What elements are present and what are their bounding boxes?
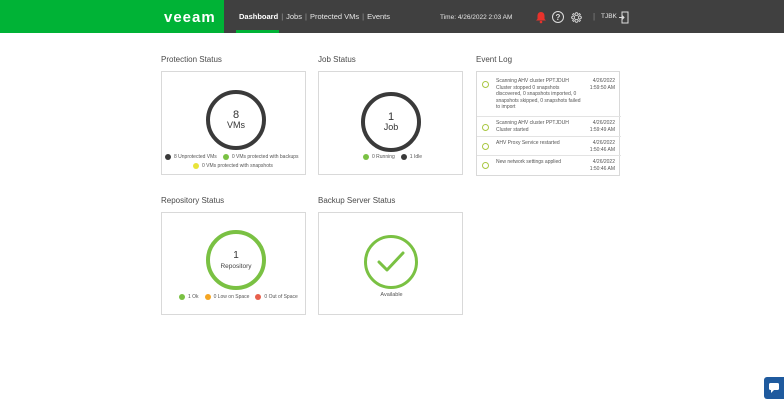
- backup-server-status-card[interactable]: Available: [318, 212, 463, 315]
- legend-snapshots: 0 VMs protected with snapshots: [193, 163, 273, 169]
- event-log-item[interactable]: Scanning AHV cluster PPTJDUH Cluster sto…: [477, 72, 621, 117]
- header-separator: |: [593, 12, 596, 21]
- legend-ok: 1 Ok: [179, 294, 199, 300]
- legend-dot: [204, 294, 211, 300]
- user-name[interactable]: TJBK: [601, 13, 617, 20]
- gear-icon[interactable]: [569, 10, 583, 24]
- legend-dot: [363, 154, 369, 160]
- event-time: 1:59:50 AM: [589, 85, 615, 91]
- protection-status-legend-row2: 0 VMs protected with snapshots: [193, 163, 279, 169]
- bell-icon[interactable]: [534, 10, 548, 24]
- event-date: 4/26/2022: [592, 159, 615, 165]
- checkmark-icon: [377, 251, 405, 272]
- repository-status-legend: 1 Ok 0 Low on Space 0 Out of Space: [179, 294, 304, 300]
- job-status-title: Job Status: [318, 55, 356, 64]
- event-time: 1:50:46 AM: [589, 147, 615, 153]
- event-log-item[interactable]: AHV Proxy Service restarted 4/26/2022 1:…: [477, 137, 621, 156]
- protection-status-ring: 8 VMs: [206, 90, 266, 150]
- nav-events[interactable]: Events: [367, 12, 390, 21]
- legend-label: 8 Unprotected VMs: [174, 154, 217, 160]
- protection-status-card[interactable]: 8 VMs 8 Unprotected VMs 0 VMs protected …: [161, 71, 306, 175]
- nav-dashboard[interactable]: Dashboard: [239, 12, 278, 21]
- legend-running: 0 Running: [363, 154, 395, 160]
- event-log-card: Scanning AHV cluster PPTJDUH Cluster sto…: [476, 71, 621, 176]
- repository-status-value: 1: [233, 250, 239, 261]
- event-text: Scanning AHV cluster PPTJDUH Cluster sto…: [496, 78, 581, 110]
- legend-dot: [400, 154, 407, 160]
- info-icon: [482, 124, 489, 131]
- legend-out-of-space: 0 Out of Space: [255, 294, 298, 300]
- job-status-ring: 1 Job: [361, 92, 421, 152]
- legend-idle: 1 Idle: [400, 154, 423, 160]
- backup-server-status-title: Backup Server Status: [318, 196, 396, 205]
- legend-label: 1 Idle: [409, 154, 423, 160]
- job-status-legend: 0 Running 1 Idle: [363, 154, 428, 160]
- backup-server-status-label: Available: [380, 292, 403, 298]
- nav-active-indicator: [236, 30, 279, 33]
- legend-dot: [179, 294, 185, 300]
- legend-label: 0 Low on Space: [213, 294, 250, 300]
- protection-status-legend: 8 Unprotected VMs 0 VMs protected with b…: [165, 154, 305, 160]
- event-text: Scanning AHV cluster PPTJDUH Cluster sta…: [496, 120, 569, 133]
- repository-status-card[interactable]: 1 Repository 1 Ok 0 Low on Space 0 Out o…: [161, 212, 306, 315]
- main-nav: Dashboard | Jobs | Protected VMs | Event…: [239, 12, 390, 21]
- nav-separator: |: [281, 12, 284, 21]
- info-icon: [482, 81, 489, 88]
- legend-dot: [165, 154, 171, 160]
- event-date: 4/26/2022: [592, 140, 615, 146]
- event-date: 4/26/2022: [592, 78, 615, 84]
- brand-logo[interactable]: veeam: [164, 9, 216, 26]
- legend-dot: [222, 154, 229, 160]
- legend-label: 0 Running: [372, 154, 395, 160]
- chat-icon[interactable]: [764, 377, 784, 399]
- veeam-dashboard: veeam Dashboard | Jobs | Protected VMs |…: [0, 0, 784, 403]
- legend-label: 0 Out of Space: [264, 294, 298, 300]
- job-status-card[interactable]: 1 Job 0 Running 1 Idle: [318, 71, 463, 175]
- job-status-unit: Job: [383, 122, 399, 133]
- legend-low-space: 0 Low on Space: [204, 294, 250, 300]
- top-bar: veeam Dashboard | Jobs | Protected VMs |…: [0, 0, 784, 33]
- legend-dot: [193, 163, 199, 169]
- event-date: 4/26/2022: [592, 120, 615, 126]
- logout-icon[interactable]: [616, 10, 630, 24]
- brand-bar: veeam: [0, 0, 224, 33]
- backup-server-status-ring: [364, 235, 418, 289]
- repository-status-ring: 1 Repository: [206, 230, 266, 290]
- legend-dot: [255, 294, 262, 300]
- repository-status-unit: Repository: [220, 263, 252, 270]
- info-icon: [482, 143, 489, 150]
- legend-label: 0 VMs protected with backups: [231, 154, 299, 160]
- protection-status-title: Protection Status: [161, 55, 222, 64]
- legend-backups: 0 VMs protected with backups: [222, 154, 299, 160]
- event-text: AHV Proxy Service restarted: [496, 140, 560, 146]
- help-icon[interactable]: ?: [551, 10, 565, 24]
- protection-status-unit: VMs: [227, 120, 245, 131]
- nav-separator: |: [304, 12, 307, 21]
- event-log-item[interactable]: New network settings applied 4/26/2022 1…: [477, 156, 621, 176]
- legend-label: 0 VMs protected with snapshots: [202, 163, 273, 169]
- current-time: Time: 4/26/2022 2:03 AM: [440, 14, 513, 21]
- nav-jobs[interactable]: Jobs: [286, 12, 302, 21]
- legend-label: 1 Ok: [188, 294, 199, 300]
- event-time: 1:59:49 AM: [589, 127, 615, 133]
- event-log-item[interactable]: Scanning AHV cluster PPTJDUH Cluster sta…: [477, 117, 621, 137]
- event-log-title: Event Log: [476, 55, 513, 64]
- nav-separator: |: [362, 12, 365, 21]
- legend-unprotected: 8 Unprotected VMs: [165, 154, 217, 160]
- info-icon: [482, 162, 489, 169]
- event-time: 1:50:46 AM: [589, 166, 615, 172]
- nav-protected-vms[interactable]: Protected VMs: [310, 12, 359, 21]
- repository-status-title: Repository Status: [161, 196, 225, 205]
- event-text: New network settings applied: [496, 159, 562, 165]
